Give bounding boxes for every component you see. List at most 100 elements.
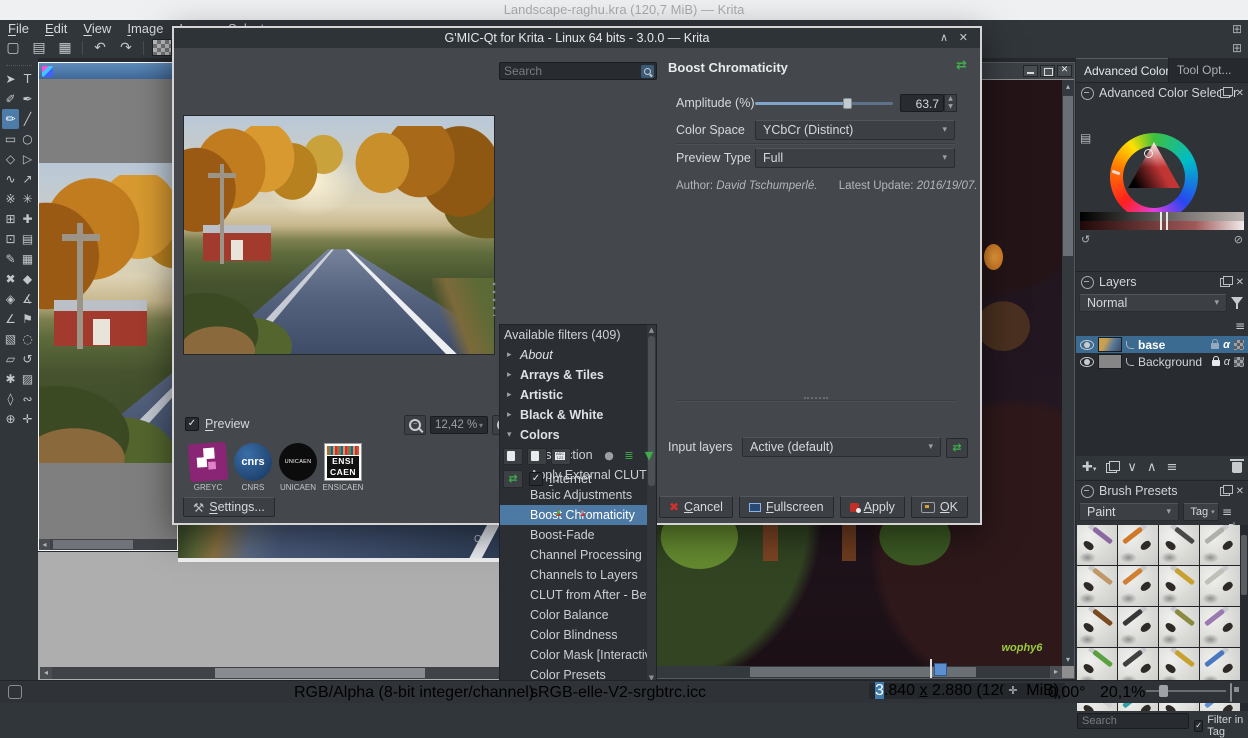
alpha-channel-icon[interactable]	[1234, 339, 1244, 350]
chevron-right-icon[interactable]: ▸	[507, 345, 512, 365]
preset-search-input[interactable]	[1078, 714, 1188, 728]
filter-category[interactable]: ▾ Colors	[500, 425, 656, 445]
filter-item[interactable]: Color Mask [Interactive]	[500, 645, 656, 665]
tool-rectangle[interactable]: ▭	[2, 129, 19, 149]
scroll-up-icon[interactable]: ▴	[1062, 82, 1074, 91]
apply-button[interactable]: Apply	[839, 496, 905, 518]
refresh-layers-icon[interactable]: ⇄	[946, 438, 968, 458]
filter-category[interactable]: ▸ Artistic	[500, 385, 656, 405]
ok-button[interactable]: OK	[910, 496, 968, 518]
tool-polyline[interactable]: ▷	[19, 149, 36, 169]
tool-text[interactable]: T	[19, 69, 36, 89]
brush-preset[interactable]	[1077, 566, 1117, 606]
preview-zoom-select[interactable]: 12,42 % ▾	[430, 416, 488, 434]
tool-edit-shapes[interactable]: ✐	[2, 89, 19, 109]
tool-rect-select[interactable]: ▧	[2, 329, 19, 349]
cancel-button[interactable]: ✖ Cancel	[658, 496, 733, 518]
list-mode-icon[interactable]: ≣	[621, 448, 637, 463]
remove-fave-icon[interactable]	[527, 448, 585, 516]
maximize-icon[interactable]	[1040, 65, 1055, 77]
chevron-right-icon[interactable]: ▸	[507, 365, 512, 385]
menubar-grid-icon[interactable]: ⊞	[1232, 22, 1242, 36]
tool-ellipse-select[interactable]: ◌	[19, 329, 36, 349]
tool-similar-select[interactable]: ▨	[19, 369, 36, 389]
blend-mode-select[interactable]: Normal ▾	[1079, 294, 1227, 312]
tool-bezier-select[interactable]: ◊	[2, 389, 19, 409]
scroll-right-icon[interactable]: ▸	[1050, 666, 1062, 678]
chevron-down-icon[interactable]: ▾	[507, 425, 512, 445]
tool-calligraphy[interactable]: ✒	[19, 89, 36, 109]
brush-preset[interactable]	[1200, 525, 1240, 565]
float-icon[interactable]	[1219, 275, 1233, 287]
reset-parameters-icon[interactable]: ⇄	[956, 58, 967, 73]
document-window-landscape[interactable]: ◂	[38, 62, 178, 551]
menu-file[interactable]: File	[0, 20, 37, 37]
close-icon[interactable]: ✕	[1236, 277, 1244, 288]
open-document-icon[interactable]: ▤	[26, 40, 52, 56]
filter-item[interactable]: Boost Chromaticity	[500, 505, 656, 525]
brush-preset[interactable]	[1077, 525, 1117, 565]
amplitude-value[interactable]: 63.7	[900, 94, 944, 112]
filter-category[interactable]: ▸ Black & White	[500, 405, 656, 425]
layers-menu-icon[interactable]: ≡	[1235, 319, 1245, 333]
pan-mode-icon[interactable]: ✛	[1003, 683, 1023, 699]
history-icon[interactable]: ↺	[1081, 233, 1090, 246]
lock-icon[interactable]	[1211, 356, 1220, 366]
undo-icon[interactable]: ↶	[87, 40, 113, 56]
layer-row-background[interactable]: Background α	[1076, 353, 1248, 370]
filter-item[interactable]: CLUT from After - Before	[500, 585, 656, 605]
panel-splitter[interactable]	[676, 397, 955, 402]
scrollbar-thumb[interactable]	[53, 540, 133, 549]
fit-page-icon[interactable]	[1230, 683, 1232, 702]
layer-thumbnail[interactable]	[1098, 354, 1122, 369]
disc-icon[interactable]: ●	[601, 448, 617, 463]
brush-preset[interactable]	[1118, 607, 1158, 647]
filter-item[interactable]: Channel Processing	[500, 545, 656, 565]
filter-search-input[interactable]	[500, 64, 641, 78]
scroll-down-icon[interactable]: ▾	[1062, 655, 1074, 664]
subwindow-vscrollbar[interactable]: ▴ ▾	[1062, 80, 1074, 666]
tool-pan[interactable]: ✛	[19, 409, 36, 429]
layer-row-base[interactable]: base α	[1076, 336, 1248, 353]
slider-handle[interactable]	[842, 98, 852, 109]
filter-item[interactable]: Channels to Layers	[500, 565, 656, 585]
tool-freehand-path[interactable]: ↗	[19, 169, 36, 189]
redo-icon[interactable]: ↷	[113, 40, 139, 56]
tool-freehand-select[interactable]: ↺	[19, 349, 36, 369]
tool-color-sampler[interactable]: ✎	[2, 249, 19, 269]
canvas-viewport[interactable]	[39, 80, 177, 539]
brush-preset[interactable]	[1118, 566, 1158, 606]
toolbox-grip[interactable]	[6, 58, 32, 66]
filter-item[interactable]: Boost-Fade	[500, 525, 656, 545]
copy-command-icon[interactable]	[930, 659, 932, 678]
move-layer-down-icon[interactable]: ∨	[1127, 460, 1137, 475]
tool-dynamic-brush[interactable]: ※	[2, 189, 19, 209]
tool-smart-patch[interactable]: ✖	[2, 269, 19, 289]
internet-checkbox[interactable]: ✓	[529, 472, 543, 486]
alpha-channel-icon[interactable]	[1234, 356, 1244, 367]
filter-category[interactable]: ▸ About	[500, 345, 656, 365]
filter-layers-icon[interactable]	[1231, 297, 1243, 309]
brush-preset[interactable]	[1200, 566, 1240, 606]
selector-settings-icon[interactable]: ▤	[1080, 131, 1091, 145]
tool-select-shapes[interactable]: ➤	[2, 69, 19, 89]
visibility-eye-icon[interactable]	[1080, 339, 1094, 350]
scroll-left-icon[interactable]: ◂	[39, 539, 50, 550]
filter-item[interactable]: Basic Adjustments	[500, 485, 656, 505]
layer-properties-icon[interactable]: ≡	[1166, 460, 1177, 475]
dialog-titlebar[interactable]: G'MIC-Qt for Krita - Linux 64 bits - 3.0…	[174, 28, 980, 48]
tool-crop[interactable]: ⊡	[2, 229, 19, 249]
settings-button[interactable]: ⚒ Settings...	[183, 497, 275, 517]
splitter-handle[interactable]	[492, 280, 496, 316]
subwindow-titlebar-active[interactable]	[39, 63, 177, 79]
delete-layer-icon[interactable]	[1230, 459, 1244, 473]
brush-preset[interactable]	[1159, 525, 1199, 565]
value-gradient-bar[interactable]	[1080, 212, 1244, 221]
workspace-chooser-icon[interactable]: ⊞	[1232, 41, 1242, 55]
close-icon[interactable]: ✕	[1236, 486, 1244, 497]
filter-item[interactable]: Color Blindness	[500, 625, 656, 645]
tool-assistants[interactable]: ∡	[19, 289, 36, 309]
tab-advanced-color-selector[interactable]: Advanced Color Sele...	[1076, 58, 1168, 82]
add-fave-icon[interactable]	[503, 448, 561, 516]
tool-transform[interactable]: ⊞	[2, 209, 19, 229]
